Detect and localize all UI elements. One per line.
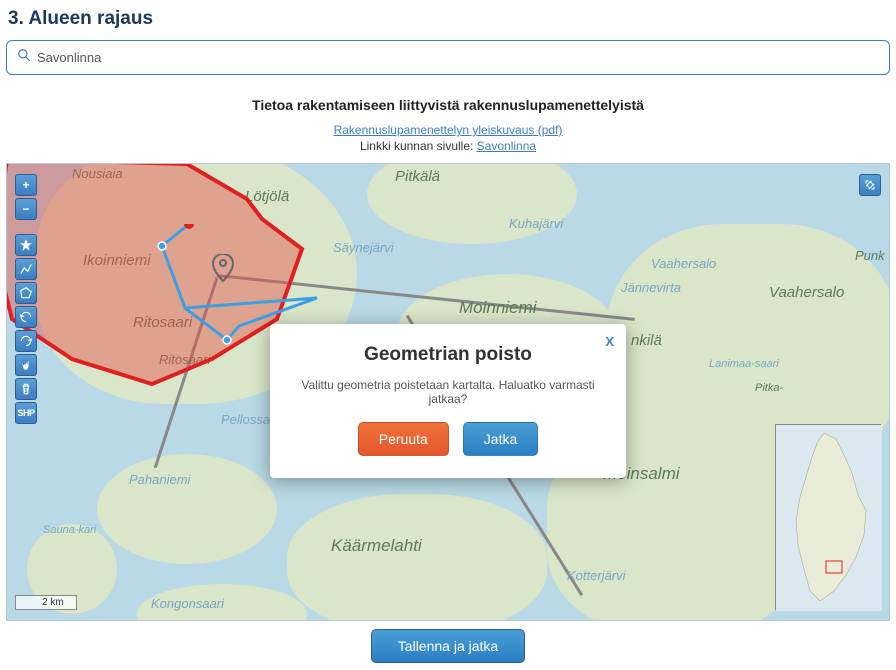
cancel-button[interactable]: Peruuta bbox=[358, 422, 449, 456]
pdf-link[interactable]: Rakennuslupamenettelyn yleiskuvaus (pdf) bbox=[334, 123, 563, 137]
delete-button[interactable] bbox=[15, 378, 37, 400]
map-label: Pitkälä bbox=[395, 168, 440, 185]
dialog-message: Valittu geometria poistetaan kartalta. H… bbox=[290, 378, 606, 406]
map-label: Moinniemi bbox=[459, 298, 536, 318]
info-block: Tietoa rakentamiseen liittyvistä rakennu… bbox=[6, 97, 890, 153]
zoom-in-button[interactable]: + bbox=[15, 174, 37, 196]
info-heading: Tietoa rakentamiseen liittyvistä rakennu… bbox=[6, 97, 890, 113]
map-label: Pahaniemi bbox=[129, 472, 190, 487]
map-label: Lanimaa-saari bbox=[709, 358, 779, 370]
save-continue-button[interactable]: Tallenna ja jatka bbox=[371, 629, 525, 663]
map-label: Kuhajärvi bbox=[509, 216, 563, 231]
draw-polygon-button[interactable] bbox=[15, 282, 37, 304]
undo-button[interactable] bbox=[15, 306, 37, 328]
map-label: Käärmelahti bbox=[331, 536, 422, 556]
map-toolbar: + − SHP bbox=[15, 174, 37, 424]
fullscreen-button[interactable] bbox=[859, 174, 881, 196]
confirm-dialog: X Geometrian poisto Valittu geometria po… bbox=[270, 324, 626, 478]
map-label: Sauna-kari bbox=[43, 524, 96, 536]
map-label: Pitka- bbox=[755, 382, 783, 394]
shp-button[interactable]: SHP bbox=[15, 402, 37, 424]
confirm-button[interactable]: Jatka bbox=[463, 422, 538, 456]
overview-map[interactable] bbox=[775, 424, 881, 610]
map-label: Kongonsaari bbox=[151, 596, 224, 611]
map-label: Vaahersalo bbox=[769, 284, 844, 301]
zoom-out-button[interactable]: − bbox=[15, 198, 37, 220]
section-title: 3. Alueen rajaus bbox=[6, 0, 890, 40]
map-canvas[interactable]: Nousiaia Lötjölä Pitkälä Kuhajärvi Ikoin… bbox=[6, 163, 890, 621]
map-label: nkilä bbox=[631, 332, 662, 349]
map-pin-icon bbox=[212, 254, 234, 282]
map-label: Vaahersalo bbox=[651, 256, 716, 271]
kunta-link[interactable]: Savonlinna bbox=[477, 139, 536, 153]
dialog-close-button[interactable]: X bbox=[605, 334, 614, 349]
draw-point-button[interactable] bbox=[15, 234, 37, 256]
map-label: Jännevirta bbox=[621, 280, 681, 295]
map-label: Punk bbox=[855, 248, 885, 263]
search-value: Savonlinna bbox=[37, 50, 101, 65]
search-field[interactable]: Savonlinna bbox=[6, 40, 890, 75]
dialog-title: Geometrian poisto bbox=[290, 344, 606, 366]
map-label: Kotterjärvi bbox=[567, 568, 626, 583]
scale-bar: 2 km bbox=[15, 595, 77, 610]
draw-line-button[interactable] bbox=[15, 258, 37, 280]
redo-button[interactable] bbox=[15, 330, 37, 352]
search-icon bbox=[17, 48, 31, 67]
pan-button[interactable] bbox=[15, 354, 37, 376]
kunta-prefix: Linkki kunnan sivulle: bbox=[360, 139, 477, 153]
map-label: Säynejärvi bbox=[333, 240, 394, 255]
